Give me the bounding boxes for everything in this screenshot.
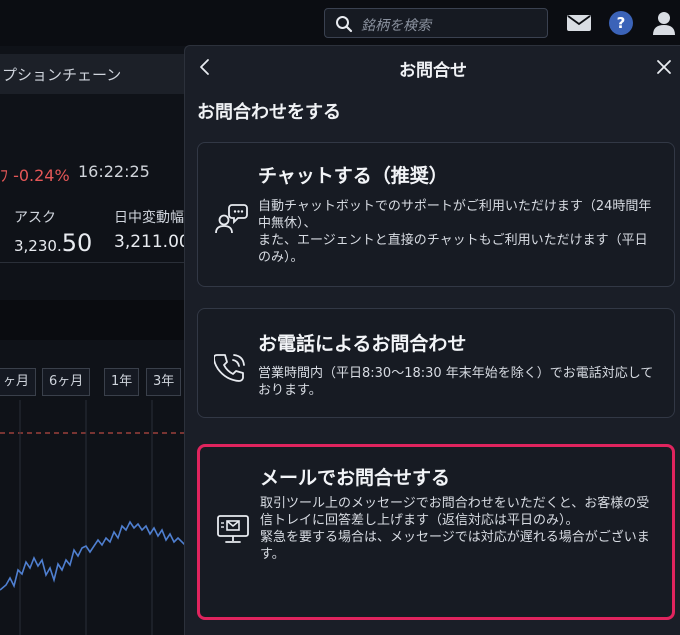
modal-header: お問合せ bbox=[185, 46, 680, 88]
period-tab-1y[interactable]: 1年 bbox=[104, 368, 140, 396]
chat-option-card[interactable]: チャットする（推奨） 自動チャットボットでのサポートがご利用いただけます（24時… bbox=[197, 142, 675, 287]
period-tabs: ヶ月 6ヶ月 1年 3年 bbox=[0, 368, 200, 396]
ask-label: アスク bbox=[14, 210, 56, 226]
period-tab-6m[interactable]: 6ヶ月 bbox=[42, 368, 91, 396]
chat-support-icon bbox=[215, 204, 248, 234]
price-series-line bbox=[0, 520, 200, 591]
chat-card-title: チャットする（推奨） bbox=[258, 165, 448, 187]
option-chain-tab[interactable]: プションチェーン bbox=[0, 54, 200, 94]
dark-band bbox=[0, 300, 200, 340]
range-label: 日中変動幅 bbox=[114, 210, 184, 226]
period-tab-3y[interactable]: 3年 bbox=[146, 368, 182, 396]
search-icon bbox=[336, 16, 353, 33]
mail-card-description: 取引ツール上のメッセージでお問合わせをいただくと、お客様の受信トレイに回答差し上… bbox=[260, 496, 650, 562]
mail-icon[interactable] bbox=[566, 12, 592, 34]
divider bbox=[0, 262, 200, 263]
user-icon[interactable] bbox=[652, 10, 676, 36]
phone-card-title: お電話によるお問合わせ bbox=[258, 333, 467, 355]
ask-value-suffix: 50 bbox=[61, 229, 93, 257]
ask-value: 3,230.50 bbox=[14, 229, 92, 257]
price-time: 16:22:25 bbox=[78, 162, 150, 181]
phone-option-card[interactable]: お電話によるお問合わせ 営業時間内（平日8:30〜18:30 年末年始を除く）で… bbox=[197, 308, 675, 418]
mail-option-card[interactable]: メールでお問合せする 取引ツール上のメッセージでお問合わせをいただくと、お客様の… bbox=[197, 444, 675, 620]
period-tab-1[interactable]: ヶ月 bbox=[0, 368, 37, 396]
mail-card-title: メールでお問合せする bbox=[260, 467, 451, 489]
option-chain-label: プションチェーン bbox=[2, 66, 122, 84]
phone-card-description: 営業時間内（平日8:30〜18:30 年末年始を除く）でお電話対応しております。 bbox=[258, 366, 654, 398]
ask-value-prefix: 3,230. bbox=[14, 237, 62, 255]
top-bar: 銘柄を検索 ? bbox=[0, 0, 680, 46]
section-title: お問合わせをする bbox=[197, 102, 341, 123]
mail-monitor-icon bbox=[217, 515, 249, 543]
modal-title: お問合せ bbox=[399, 61, 467, 81]
contact-modal: お問合せ お問合わせをする チャットする（推奨） 自動チャットボットでのサポート… bbox=[184, 45, 680, 635]
close-icon[interactable] bbox=[655, 58, 673, 76]
help-icon[interactable]: ? bbox=[609, 11, 633, 35]
chat-card-description: 自動チャットボットでのサポートがご利用いただけます（24時間年中無休）、 また、… bbox=[258, 199, 652, 265]
search-box[interactable]: 銘柄を検索 bbox=[324, 8, 548, 38]
price-chart bbox=[0, 400, 200, 635]
range-value: 3,211.00 bbox=[114, 232, 190, 252]
price-change: ﾌ -0.24% bbox=[0, 166, 70, 185]
search-placeholder: 銘柄を検索 bbox=[361, 18, 431, 34]
phone-icon bbox=[214, 354, 245, 382]
